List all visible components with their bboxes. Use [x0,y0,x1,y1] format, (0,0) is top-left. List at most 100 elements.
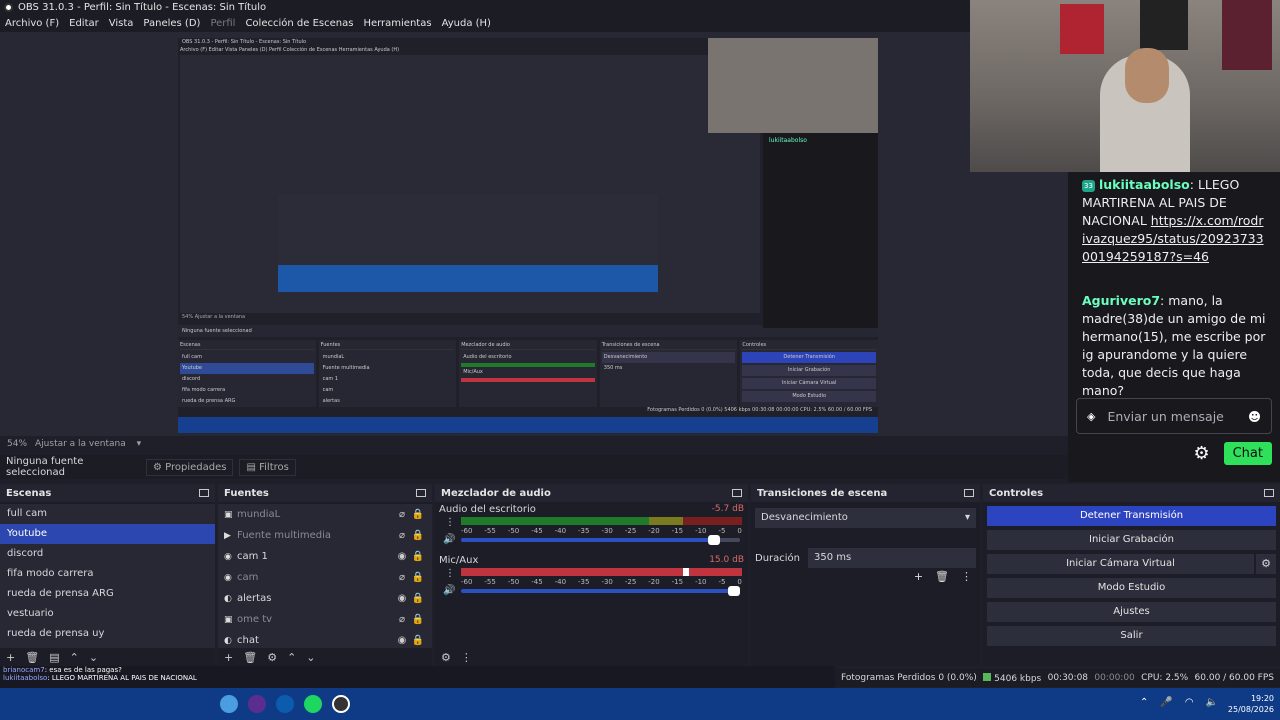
stop-streaming-button[interactable]: Detener Transmisión [987,506,1276,526]
source-item[interactable]: ▶ Fuente multimedia ⌀ 🔒 [218,525,432,546]
trash-icon[interactable]: 🗑 [243,651,257,664]
filters-button[interactable]: ▤ Filtros [239,458,296,476]
eye-icon[interactable]: ◉ [394,593,410,604]
transitions-title: Transiciones de escena [757,487,888,499]
nested-status: Fotogramas Perdidos 0 (0.0%) 5406 kbps 0… [178,407,878,417]
volume-knob[interactable] [708,535,721,545]
properties-button[interactable]: ⚙ Propiedades [146,458,234,476]
lock-icon[interactable]: 🔒 [410,572,426,583]
chat-message: Agurivero7: mano, la madre(38)de un amig… [1082,293,1266,398]
chevron-up-icon[interactable]: ⌃ [287,651,296,664]
mixer-channel: Mic/Aux 15.0 dB ⋮ -60 -55 -50 -45 -40 -35 -30 -2… [439,555,744,603]
eye-off-icon[interactable]: ⌀ [394,614,410,625]
scene-item[interactable]: rueda de prensa ARG [0,584,215,604]
add-icon[interactable]: + [914,570,923,583]
eye-icon[interactable]: ◉ [394,551,410,562]
menu-perfil[interactable]: Perfil [205,18,240,29]
source-item[interactable]: ◉ cam ⌀ 🔒 [218,567,432,588]
obs-icon[interactable] [332,695,350,713]
volume-icon[interactable]: 🔈 [1206,697,1218,708]
trash-icon[interactable]: 🗑 [25,651,39,664]
eye-icon[interactable]: ◉ [394,635,410,646]
duration-input[interactable]: 350 ms [808,548,976,568]
clock[interactable]: 19:20 25/08/2026 [1228,693,1274,715]
chat-username[interactable]: lukiitaabolso [1099,177,1190,192]
scene-item[interactable]: vestuario [0,604,215,624]
zoom-fit-dropdown[interactable]: Ajustar a la ventana ▾ [35,439,149,449]
lock-icon[interactable]: 🔒 [410,530,426,541]
lock-icon[interactable]: 🔒 [410,635,426,646]
undock-icon[interactable] [1264,489,1274,497]
transition-select[interactable]: Desvanecimiento ▾ [755,508,976,528]
scene-item[interactable]: rueda de prensa uy [0,624,215,644]
gear-icon[interactable]: ⚙ [1193,443,1209,464]
audio-mixer-dock: Mezclador de audio Audio del escritorio -… [435,484,748,666]
source-item[interactable]: ◐ alertas ◉ 🔒 [218,588,432,609]
browser-icon[interactable] [220,695,238,713]
virtual-cam-settings-gear-icon[interactable]: ⚙ [1256,554,1276,574]
studio-mode-button[interactable]: Modo Estudio [987,578,1276,598]
lock-icon[interactable]: 🔒 [410,614,426,625]
undock-icon[interactable] [416,489,426,497]
scene-item[interactable]: Youtube [0,524,215,544]
more-icon[interactable]: ⋮ [445,517,455,528]
spotify-icon[interactable] [304,695,322,713]
eye-off-icon[interactable]: ⌀ [394,572,410,583]
add-icon[interactable]: + [6,651,15,664]
filter-icon[interactable]: ▤ [49,651,59,664]
source-item[interactable]: ◉ cam 1 ◉ 🔒 [218,546,432,567]
lock-icon[interactable]: 🔒 [410,551,426,562]
scale-tick: -45 [531,578,543,586]
emoji-icon[interactable]: ☻ [1248,409,1261,424]
start-recording-button[interactable]: Iniciar Grabación [987,530,1276,550]
chevron-up-icon[interactable]: ⌃ [70,651,79,664]
volume-slider[interactable] [461,586,740,596]
speaker-icon[interactable]: 🔊 [443,534,455,545]
lock-icon[interactable]: 🔒 [410,509,426,520]
volume-knob[interactable] [728,586,740,596]
gear-icon[interactable]: ⚙ [267,651,277,664]
lock-icon[interactable]: 🔒 [410,593,426,604]
menu-herramientas[interactable]: Herramientas [358,18,436,29]
eye-off-icon[interactable]: ⌀ [394,530,410,541]
scene-item[interactable]: discord [0,544,215,564]
menu-archivo[interactable]: Archivo (F) [0,18,64,29]
chevron-down-icon[interactable]: ⌄ [306,651,315,664]
exit-button[interactable]: Salir [987,626,1276,646]
add-icon[interactable]: + [224,651,233,664]
signal-icon [983,672,992,681]
undock-icon[interactable] [199,489,209,497]
wifi-icon[interactable]: ◠ [1185,697,1194,708]
menu-ayuda[interactable]: Ayuda (H) [437,18,496,29]
eye-off-icon[interactable]: ⌀ [394,509,410,520]
volume-slider[interactable] [461,535,740,545]
menu-paneles[interactable]: Paneles (D) [138,18,205,29]
chevron-down-icon[interactable]: ⌄ [89,651,98,664]
more-icon[interactable]: ⋮ [445,568,455,579]
scene-item[interactable]: full cam [0,504,215,524]
source-item[interactable]: ▣ mundiaL ⌀ 🔒 [218,504,432,525]
chat-input[interactable]: ◈ Enviar un mensaje ☻ [1076,398,1272,434]
microphone-icon[interactable]: 🎤 [1160,697,1172,708]
undock-icon[interactable] [732,489,742,497]
chat-username[interactable]: Agurivero7 [1082,293,1160,308]
trash-icon[interactable]: 🗑 [935,570,949,583]
chat-button[interactable]: Chat [1223,442,1272,465]
ea-icon[interactable] [276,695,294,713]
chevron-up-icon[interactable]: ⌃ [1140,697,1148,708]
source-item[interactable]: ▣ ome tv ⌀ 🔒 [218,609,432,630]
scene-item[interactable]: fifa modo carrera [0,564,215,584]
settings-button[interactable]: Ajustes [987,602,1276,622]
more-icon[interactable]: ⋮ [961,570,972,583]
transitions-dock: Transiciones de escena Desvanecimiento ▾ … [751,484,980,666]
teams-icon[interactable] [248,695,266,713]
gear-icon[interactable]: ⚙ [441,651,451,664]
more-icon[interactable]: ⋮ [461,651,472,664]
speaker-icon[interactable]: 🔊 [443,585,455,596]
start-virtual-cam-button[interactable]: Iniciar Cámara Virtual [987,554,1254,574]
undock-icon[interactable] [964,489,974,497]
menu-editar[interactable]: Editar [64,18,104,29]
menu-vista[interactable]: Vista [104,18,139,29]
menu-bar: Archivo (F) Editar Vista Paneles (D) Per… [0,15,970,32]
menu-coleccion-escenas[interactable]: Colección de Escenas [240,18,358,29]
